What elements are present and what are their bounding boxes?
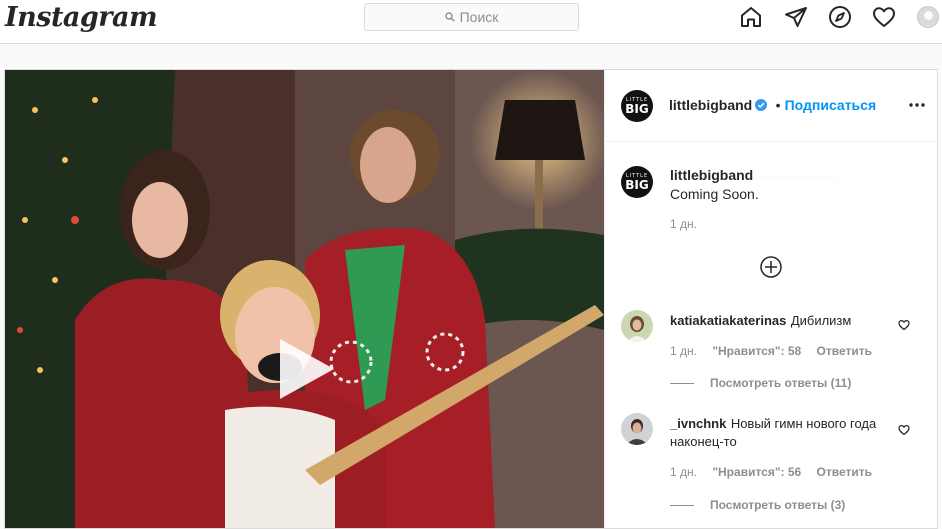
top-navigation-bar: Instagram Поиск [0,0,942,44]
caption-text: Coming Soon. [670,186,759,202]
post-author-line: littlebigband • Подписаться [669,97,876,115]
reply-button[interactable]: Ответить [817,465,872,479]
caption-author[interactable]: littlebigband [670,167,753,183]
comment-meta: 1 дн. "Нравится": 56 Ответить [670,465,872,479]
comment-likes[interactable]: "Нравится": 58 [712,344,801,358]
comment-username[interactable]: _ivnchnk [670,416,726,431]
view-replies-label: Посмотреть ответы (3) [710,498,846,512]
profile-avatar[interactable] [917,6,939,28]
explore-icon[interactable] [828,5,852,29]
comment-username[interactable]: katiakatiakaterinas [670,313,786,328]
like-comment-icon[interactable] [898,318,910,331]
comment-body: katiakatiakaterinas Дибилизм [670,312,890,330]
commenter-avatar[interactable] [621,310,653,342]
instagram-logo[interactable]: Instagram [5,2,158,33]
post-card: LITTLE BIG littlebigband • Подписаться LI… [4,69,938,529]
play-icon[interactable] [272,333,344,405]
more-options-icon[interactable] [908,96,926,114]
author-avatar[interactable]: LITTLE BIG [621,90,653,122]
replies-divider [670,505,694,507]
video-frame [5,70,604,528]
follow-button[interactable]: Подписаться [785,97,877,113]
verified-icon [755,99,768,111]
comment-text: Дибилизм [790,313,852,328]
commenter-avatar[interactable] [621,413,653,445]
replies-divider [670,383,694,385]
post-video[interactable] [5,70,604,528]
caption-line: littlebigband · · · · · · · · · · · [670,167,835,185]
comment-body: _ivnchnk Новый гимн нового года наконец-… [670,415,890,451]
post-sidebar: LITTLE BIG littlebigband • Подписаться LI… [604,70,938,528]
comment-meta: 1 дн. "Нравится": 58 Ответить [670,344,872,358]
comment-likes[interactable]: "Нравится": 56 [712,465,801,479]
search-icon [444,12,455,22]
author-username[interactable]: littlebigband [669,97,752,113]
caption-age[interactable]: 1 дн. [670,217,697,231]
search-placeholder: Поиск [459,9,499,25]
comment-age[interactable]: 1 дн. [670,465,697,479]
avatar-text-main: BIG [625,101,649,116]
like-comment-icon[interactable] [898,423,910,436]
reply-button[interactable]: Ответить [817,344,872,358]
activity-heart-icon[interactable] [872,5,896,29]
avatar-text-main: BIG [625,177,649,192]
view-replies-button[interactable]: Посмотреть ответы (11) [670,376,851,390]
caption-hidden-text: · · · · · · · · · · · [757,169,835,183]
search-input[interactable]: Поиск [364,3,579,31]
caption-author-avatar[interactable]: LITTLE BIG [621,166,653,198]
direct-icon[interactable] [784,5,808,29]
separator-dot: • [775,97,781,113]
home-icon[interactable] [739,5,763,29]
view-replies-button[interactable]: Посмотреть ответы (3) [670,498,845,512]
post-header: LITTLE BIG littlebigband • Подписаться [605,70,938,142]
comment-age[interactable]: 1 дн. [670,344,697,358]
view-replies-label: Посмотреть ответы (11) [710,376,852,390]
load-more-icon[interactable] [760,256,782,278]
